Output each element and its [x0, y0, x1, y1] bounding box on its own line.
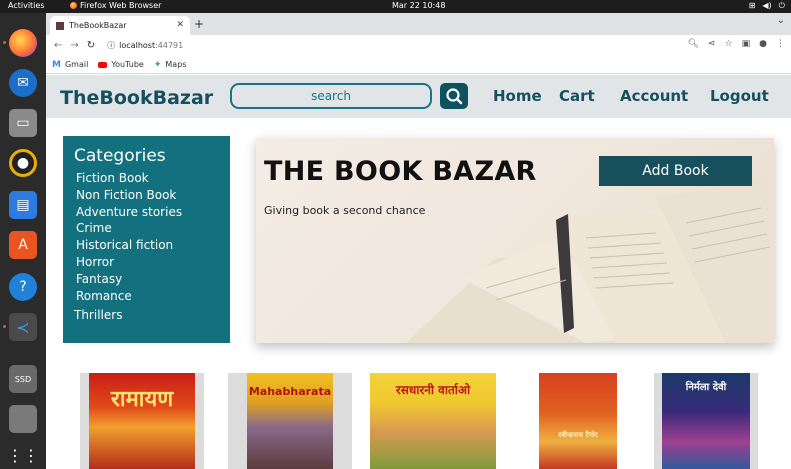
clock[interactable]: Mar 22 10:48 — [392, 1, 445, 10]
category-item[interactable]: Historical fiction — [74, 237, 230, 254]
hero-banner: THE BOOK BAZAR Giving book a second chan… — [256, 138, 774, 343]
running-indicator — [3, 325, 6, 328]
category-item[interactable]: Crime — [74, 220, 230, 237]
activities-button[interactable]: Activities — [8, 1, 45, 10]
book-card[interactable]: निर्मला देवी — [654, 373, 758, 469]
files-dock-icon[interactable]: ▭ — [9, 109, 37, 137]
add-book-button[interactable]: Add Book — [599, 156, 752, 186]
book-card[interactable]: रसधारनी वार्ताओ — [368, 373, 498, 469]
bookmark-maps[interactable]: ✦ Maps — [154, 60, 187, 70]
firefox-icon — [70, 2, 77, 9]
share-icon[interactable]: ⋖ — [708, 39, 716, 49]
book-card[interactable]: रामायण — [80, 373, 204, 469]
close-tab-icon[interactable]: ✕ — [176, 20, 184, 30]
book-list: रामायण Mahabharata रसधारनी वार्ताओ रवीन्… — [46, 371, 791, 469]
category-item[interactable]: Thrillers — [74, 307, 230, 324]
hero-title: THE BOOK BAZAR — [264, 156, 537, 187]
category-item[interactable]: Fantasy — [74, 271, 230, 288]
category-item[interactable]: Non Fiction Book — [74, 187, 230, 204]
category-item[interactable]: Romance — [74, 288, 230, 305]
dock: ✉ ▭ ● ▤ A ? ≺ SSD ⋮⋮ — [0, 13, 46, 469]
tab-title: TheBookBazar — [69, 21, 127, 30]
firefox-dock-icon[interactable] — [9, 29, 37, 57]
address-bar[interactable]: ⓘ localhost:44791 — [107, 40, 183, 51]
book-cover-tagore: रवीन्द्रनाथ टैगोर — [539, 373, 617, 469]
zoom-icon[interactable]: 🔍︎ — [688, 39, 699, 49]
book-cover-nirmala: निर्मला देवी — [662, 373, 750, 469]
nav-bar: ← → ↻ ⓘ localhost:44791 🔍︎ ⋖ ☆ ▣ ● ⋮ — [46, 35, 791, 56]
back-icon[interactable]: ← — [54, 40, 62, 51]
disk-dock-icon[interactable]: SSD — [9, 365, 37, 393]
app-name-label: Firefox Web Browser — [80, 1, 162, 10]
book-cover-rasdhar: रसधारनी वार्ताओ — [370, 373, 496, 469]
help-dock-icon[interactable]: ? — [9, 273, 37, 301]
book-cover-ramayan: रामायण — [89, 373, 195, 469]
forward-icon[interactable]: → — [70, 40, 78, 51]
profile-icon[interactable]: ● — [759, 39, 767, 49]
system-top-bar: Activities Firefox Web Browser Mar 22 10… — [0, 0, 791, 13]
writer-dock-icon[interactable]: ▤ — [9, 191, 37, 219]
url-port: :44791 — [155, 41, 184, 50]
categories-panel: Categories Fiction Book Non Fiction Book… — [63, 136, 230, 343]
rhythmbox-dock-icon[interactable]: ● — [9, 149, 37, 177]
url-host: localhost — [119, 41, 156, 50]
bookmark-label: Maps — [165, 60, 187, 69]
maps-icon: ✦ — [153, 59, 162, 70]
hero-subtitle: Giving book a second chance — [264, 204, 426, 217]
search-icon — [446, 88, 463, 105]
book-card[interactable]: Mahabharata — [228, 373, 352, 469]
category-item[interactable]: Fiction Book — [74, 170, 230, 187]
book-cover-mahabharata: Mahabharata — [247, 373, 333, 469]
book-title: रसधारनी वार्ताओ — [395, 383, 471, 397]
search-button[interactable] — [440, 83, 468, 109]
vscode-dock-icon[interactable]: ≺ — [9, 313, 37, 341]
search-box — [230, 83, 432, 109]
nav-home[interactable]: Home — [493, 87, 542, 105]
book-title: रवीन्द्रनाथ टैगोर — [558, 431, 598, 439]
running-indicator — [3, 41, 6, 44]
book-title: निर्मला देवी — [685, 382, 727, 393]
category-item[interactable]: Horror — [74, 254, 230, 271]
sidebar-icon[interactable]: ▣ — [742, 39, 751, 49]
toolbar-icons: 🔍︎ ⋖ ☆ ▣ ● ⋮ — [688, 39, 785, 49]
gmail-icon: M — [52, 59, 61, 70]
bookmark-youtube[interactable]: YouTube — [98, 60, 144, 69]
book-title: रामायण — [110, 387, 174, 412]
youtube-icon — [98, 61, 108, 68]
network-icon: ⊞ — [748, 1, 756, 10]
bookmark-label: Gmail — [64, 60, 89, 69]
system-tray[interactable]: ⊞ ◀) ⏻ — [749, 1, 785, 11]
categories-title: Categories — [74, 146, 166, 166]
site-header: TheBookBazar Home Cart Account Logout — [46, 75, 791, 118]
menu-icon[interactable]: ⋮ — [776, 39, 785, 49]
reload-icon[interactable]: ↻ — [87, 40, 95, 51]
site-brand[interactable]: TheBookBazar — [60, 87, 213, 109]
volume-icon: ◀) — [762, 1, 772, 10]
app-grid-icon[interactable]: ⋮⋮ — [7, 441, 39, 469]
search-input[interactable] — [232, 85, 430, 107]
book-card[interactable]: रवीन्द्रनाथ टैगोर — [516, 373, 640, 469]
app-menu[interactable]: Firefox Web Browser — [70, 1, 161, 10]
nav-account[interactable]: Account — [620, 87, 688, 105]
drive-dock-icon[interactable] — [9, 405, 37, 433]
favicon-icon — [56, 21, 64, 30]
web-page: TheBookBazar Home Cart Account Logout Ca… — [46, 75, 791, 469]
browser-tab[interactable]: TheBookBazar ✕ — [50, 16, 190, 35]
tab-list-icon[interactable]: ⌄ — [777, 15, 785, 26]
thunderbird-dock-icon[interactable]: ✉ — [9, 69, 37, 97]
nav-logout[interactable]: Logout — [710, 87, 769, 105]
software-dock-icon[interactable]: A — [9, 231, 37, 259]
book-title: Mahabharata — [248, 385, 332, 398]
tab-bar: TheBookBazar ✕ + ⌄ — [46, 13, 791, 35]
power-icon: ⏻ — [778, 1, 785, 10]
new-tab-icon[interactable]: + — [194, 17, 204, 31]
bookmarks-bar: M Gmail YouTube ✦ Maps — [46, 56, 791, 74]
site-info-icon[interactable]: ⓘ — [107, 40, 115, 51]
bookmark-label: YouTube — [111, 60, 144, 69]
category-item[interactable]: Adventure stories — [74, 204, 230, 221]
bookmark-gmail[interactable]: M Gmail — [52, 60, 88, 70]
nav-cart[interactable]: Cart — [559, 87, 595, 105]
bookmark-star-icon[interactable]: ☆ — [725, 39, 733, 49]
